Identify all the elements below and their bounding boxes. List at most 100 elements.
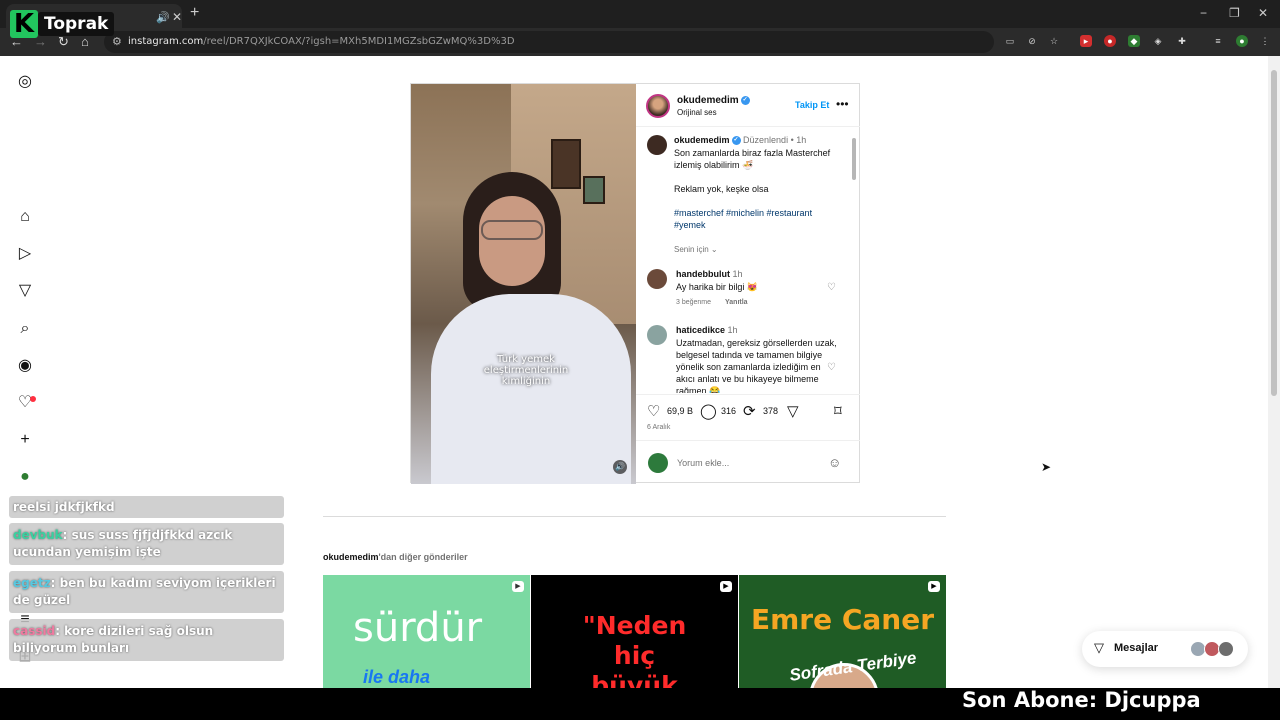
verified-badge-icon: ✓: [731, 136, 741, 146]
extensions-puzzle-icon[interactable]: ✚: [1176, 35, 1188, 47]
site-info-icon[interactable]: ⚙: [112, 35, 122, 48]
wall-frame: [583, 176, 605, 204]
wall-frame: [551, 139, 581, 189]
reel-badge-icon: ▶: [720, 581, 732, 592]
profile-avatar[interactable]: ●: [1236, 35, 1248, 47]
profile-avatar-icon[interactable]: ●: [16, 468, 34, 486]
thumbnail-text: büyük: [591, 671, 678, 688]
comment-text: Uzatmadan, gereksiz görsellerden uzak, b…: [676, 338, 837, 393]
author-avatar[interactable]: [647, 135, 667, 155]
streamer-name: Toprak: [38, 12, 115, 36]
description-text: Son zamanlarda biraz fazla Masterchef iz…: [674, 148, 831, 170]
new-tab-button[interactable]: +: [190, 4, 199, 22]
browser-toolbar: ← → ↻ ⌂ ⚙ instagram.com/reel/DR7QXJkCOAX…: [0, 28, 1280, 56]
search-icon[interactable]: ⌕: [16, 320, 34, 338]
explore-compass-icon[interactable]: ◉: [16, 357, 34, 375]
comment-like-icon[interactable]: ♡: [827, 362, 836, 373]
chat-message: devbuk: sus suss fjfjdjfkkd azcık ucunda…: [9, 523, 284, 565]
share-icon[interactable]: ▽: [787, 402, 799, 420]
comments-scroll-thumb[interactable]: [852, 138, 856, 180]
reel-post: Türk yemek eleştirmenlerinin kimliğinin …: [410, 83, 860, 484]
reels-icon[interactable]: ▷: [16, 245, 34, 263]
audio-label[interactable]: Orijinal ses: [677, 108, 717, 117]
eye-off-icon[interactable]: ⊘: [1026, 35, 1038, 47]
home-icon[interactable]: ⌂: [81, 34, 89, 49]
person-shirt: [431, 294, 631, 484]
current-user-avatar: [648, 453, 668, 473]
verified-badge-icon: ✓: [740, 95, 750, 105]
media-control-icon[interactable]: ≡: [1212, 35, 1224, 47]
comment-username[interactable]: handebbulut 1h: [676, 269, 743, 279]
messages-send-icon[interactable]: ▽: [16, 282, 34, 300]
reload-icon[interactable]: ↻: [58, 34, 69, 50]
menu-kebab-icon[interactable]: ⋮: [1259, 35, 1271, 47]
messages-button[interactable]: ▽ Mesajlar: [1082, 631, 1248, 667]
comment-icon[interactable]: ◯: [700, 402, 717, 420]
extension-red-icon[interactable]: ▸: [1080, 35, 1092, 47]
mouse-cursor-icon: ➤: [1041, 460, 1052, 474]
post-date: 6 Aralık: [647, 424, 671, 431]
post-thumbnail[interactable]: Emre Caner Sofrada Terbiye ▶: [739, 575, 946, 688]
home-icon[interactable]: ⌂: [16, 208, 34, 226]
reel-video[interactable]: Türk yemek eleştirmenlerinin kimliğinin …: [411, 84, 636, 484]
streamer-logo: K: [10, 10, 38, 38]
extension-badge-icon[interactable]: ●: [1104, 35, 1116, 47]
messages-label: Mesajlar: [1114, 642, 1159, 654]
description-text: Reklam yok, keşke olsa: [674, 184, 769, 194]
contact-avatar: [1218, 641, 1234, 657]
create-plus-icon[interactable]: +: [16, 431, 34, 449]
volume-icon[interactable]: 🔊: [613, 460, 627, 474]
chevron-down-icon: ⌄: [710, 245, 718, 254]
comments-scrollbar[interactable]: [851, 126, 857, 392]
comment-like-icon[interactable]: ♡: [827, 282, 836, 293]
notification-dot: [30, 396, 36, 402]
more-options-icon[interactable]: •••: [836, 97, 849, 111]
for-you-label[interactable]: Senin için ⌄: [674, 244, 839, 256]
repost-count[interactable]: 378: [763, 406, 778, 416]
reply-button[interactable]: Yanıtla: [725, 299, 748, 306]
extension-diamond-icon[interactable]: ◈: [1152, 35, 1164, 47]
like-count[interactable]: 69,9 B: [667, 406, 693, 416]
close-tab-icon[interactable]: ✕: [172, 10, 182, 24]
extension-shield-icon[interactable]: ◆: [1128, 35, 1140, 47]
page-scroll-thumb[interactable]: [1271, 70, 1277, 396]
section-divider: [323, 516, 946, 517]
cast-icon[interactable]: ▭: [1004, 35, 1016, 47]
commenter-avatar[interactable]: [647, 269, 667, 289]
save-bookmark-icon[interactable]: ⌑: [834, 402, 842, 420]
comment-likes[interactable]: 3 beğenme: [676, 299, 711, 306]
maximize-button[interactable]: ❐: [1229, 6, 1240, 20]
video-caption: Türk yemek eleştirmenlerinin kimliğinin: [483, 354, 569, 387]
repost-icon[interactable]: ⟳: [743, 402, 756, 420]
follow-button[interactable]: Takip Et: [795, 100, 829, 110]
author-username[interactable]: okudemedim ✓: [677, 95, 750, 106]
thumbnail-title: sürdür: [353, 605, 483, 651]
post-thumbnail[interactable]: sürdür ile daha ▶: [323, 575, 530, 688]
post-thumbnail[interactable]: "Neden hiç büyük ▶: [531, 575, 738, 688]
page-scrollbar[interactable]: [1268, 56, 1280, 688]
commenter-avatar[interactable]: [647, 325, 667, 345]
emoji-icon[interactable]: ☺: [828, 455, 841, 470]
more-posts-heading: okudemedim'dan diğer gönderiler: [323, 552, 468, 562]
minimize-button[interactable]: −: [1200, 6, 1207, 20]
address-bar[interactable]: ⚙ instagram.com/reel/DR7QXJkCOAX/?igsh=M…: [104, 31, 994, 53]
hashtags[interactable]: #masterchef #michelin #restaurant #yemek: [674, 207, 839, 231]
description-author[interactable]: okudemedim ✓ Düzenlendi • 1h: [674, 135, 806, 146]
author-avatar[interactable]: [646, 94, 670, 118]
comment-username[interactable]: haticedikce 1h: [676, 325, 738, 335]
comment-count[interactable]: 316: [721, 406, 736, 416]
thumbnail-title: Emre Caner: [750, 603, 935, 636]
comment-input[interactable]: Yorum ekle...: [677, 458, 729, 468]
speaker-icon[interactable]: 🔊: [156, 11, 170, 24]
like-heart-icon[interactable]: ♡: [647, 402, 660, 420]
person-face: [479, 196, 545, 286]
bookmark-star-icon[interactable]: ☆: [1048, 35, 1060, 47]
thumbnail-text: hiç: [613, 641, 656, 670]
instagram-logo-icon[interactable]: ◎: [16, 73, 34, 91]
instagram-page: ◎ ⌂ ▷ ▽ ⌕ ◉ ♡ + ● ≡ ⊞ reelsi jdkfjkfkd d…: [0, 56, 1280, 688]
browser-tabbar: 🔊 ✕ + − ❐ ✕: [0, 0, 1280, 28]
url-text[interactable]: instagram.com/reel/DR7QXJkCOAX/?igsh=MXh…: [128, 36, 515, 47]
thumbnail-text: "Neden: [582, 611, 687, 640]
close-window-button[interactable]: ✕: [1258, 6, 1268, 20]
last-subscriber-label: Son Abone: Djcuppa: [962, 688, 1201, 712]
